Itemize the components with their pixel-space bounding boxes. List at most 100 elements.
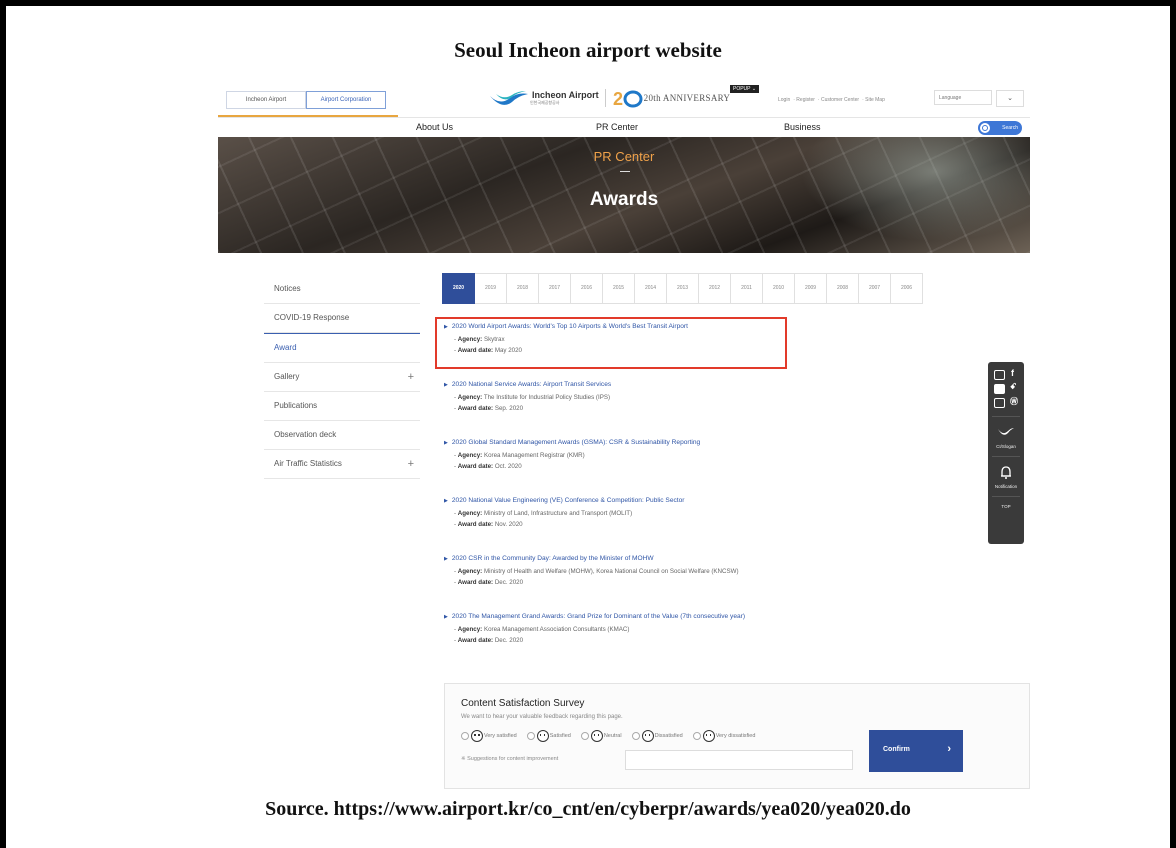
award-title[interactable]: ▶ 2020 CSR in the Community Day: Awarded … [444,555,864,562]
radio-button[interactable] [461,732,469,740]
radio-button[interactable] [631,732,640,740]
radio-button[interactable] [526,732,535,740]
plus-icon[interactable]: + [408,363,414,391]
sidebar-item[interactable]: Observation deck [264,421,420,450]
radio-button[interactable] [692,732,701,740]
popup-toggle[interactable]: POPUP ⌄ [730,85,760,93]
survey-option[interactable]: Satisfied [526,730,571,742]
top-button[interactable]: TOP [988,504,1024,509]
sidebar-item[interactable]: Award [264,333,420,363]
sidebar-item-label: Air Traffic Statistics [274,459,342,468]
agency-label: Agency: [457,336,483,343]
year-tab[interactable]: 2017 [539,273,571,304]
satisfaction-survey: Content Satisfaction Survey We want to h… [444,683,1030,789]
quick-divider [992,416,1020,417]
year-tab[interactable]: 2018 [507,273,539,304]
award-title[interactable]: ▶ 2020 The Management Grand Awards: Grand… [444,613,864,620]
sidebar-item[interactable]: Gallery + [264,363,420,392]
survey-description: We want to hear your valuable feedback r… [461,714,623,720]
award-title[interactable]: ▶ 2020 World Airport Awards: World's Top … [444,323,864,330]
award-title[interactable]: ▶ 2020 National Value Engineering (VE) Co… [444,497,864,504]
award-date: - Award date: Dec. 2020 [454,579,524,586]
confirm-button[interactable]: Confirm › [869,730,963,772]
suggestions-input[interactable] [625,750,853,770]
radio-button[interactable] [580,732,589,740]
year-tab[interactable]: 2013 [667,273,699,304]
survey-option-label: Very satisfied [484,733,517,739]
year-tab[interactable]: 2011 [731,273,763,304]
triangle-right-icon: ▶ [444,324,448,330]
year-tab[interactable]: 2016 [571,273,603,304]
agency-label: Agency: [457,626,483,633]
year-tab[interactable]: 2014 [635,273,667,304]
triangle-right-icon: ▶ [444,382,448,388]
survey-option[interactable]: Very satisfied [461,730,517,742]
triangle-right-icon: ▶ [444,556,448,562]
ci-slogan-label[interactable]: CI/Slogan [988,444,1024,449]
weibo-icon[interactable]: ꗃ [1010,382,1016,392]
nav-business[interactable]: Business [784,122,821,132]
sidebar-item[interactable]: Publications [264,392,420,421]
site-logo[interactable]: Incheon Airport 인천국제공항공사 2 20th ANNIVERS… [488,87,730,109]
survey-option[interactable]: Very dissatisfied [692,730,755,742]
sidebar-item-label: Publications [274,401,318,410]
triangle-right-icon: ▶ [444,498,448,504]
year-tab[interactable]: 2006 [891,273,923,304]
award-title-text[interactable]: 2020 World Airport Awards: World's Top 1… [452,323,688,330]
award-title-text[interactable]: 2020 Global Standard Management Awards (… [452,439,700,446]
year-tab[interactable]: 2009 [795,273,827,304]
year-tab[interactable]: 2010 [763,273,795,304]
award-title-text[interactable]: 2020 National Value Engineering (VE) Con… [452,497,685,504]
awards-list: ▶ 2020 World Airport Awards: World's Top … [444,323,864,671]
util-register[interactable]: Register [796,97,815,103]
bell-icon[interactable] [1000,466,1012,479]
sidebar-item[interactable]: COVID-19 Response [264,304,420,333]
page-title: Awards [589,189,659,210]
award-title-text[interactable]: 2020 National Service Awards: Airport Tr… [452,381,611,388]
utility-links: Login · Register · Customer Center · Site M… [778,97,885,103]
date-value: Oct. 2020 [494,463,522,470]
award-title[interactable]: ▶ 2020 Global Standard Management Awards … [444,439,864,446]
popup-label: POPUP [733,86,751,92]
year-tab[interactable]: 2012 [699,273,731,304]
plus-icon[interactable]: + [408,450,414,478]
tab-incheon-airport[interactable]: Incheon Airport [226,91,306,109]
ci-slogan-icon[interactable] [997,426,1015,436]
notification-label[interactable]: Notification [988,484,1024,489]
triangle-right-icon: ▶ [444,614,448,620]
youtube-icon[interactable] [994,384,1005,394]
util-login[interactable]: Login [778,97,790,103]
nav-pr-center[interactable]: PR Center [596,122,638,132]
date-value: Dec. 2020 [494,637,524,644]
award-date: - Award date: Dec. 2020 [454,637,524,644]
year-tab[interactable]: 2015 [603,273,635,304]
instagram-icon[interactable] [994,370,1005,380]
wordpress-icon[interactable]: Ⓦ [1010,396,1018,407]
year-tab[interactable]: 2007 [859,273,891,304]
survey-option-label: Satisfied [549,733,571,739]
year-tab[interactable]: 2019 [475,273,507,304]
date-label: Award date: [457,463,494,470]
search-button[interactable]: Search [978,121,1022,135]
year-tab[interactable]: 2008 [827,273,859,304]
survey-option[interactable]: Dissatisfied [631,730,683,742]
year-tab[interactable]: 2020 [442,273,475,304]
date-value: Dec. 2020 [494,579,524,586]
language-select[interactable]: Language [934,90,992,105]
award-title-text[interactable]: 2020 The Management Grand Awards: Grand … [452,613,745,620]
award-title[interactable]: ▶ 2020 National Service Awards: Airport T… [444,381,864,388]
chevron-down-icon[interactable]: ⌄ [996,90,1024,107]
quick-divider [992,496,1020,497]
tab-airport-corporation[interactable]: Airport Corporation [306,91,386,109]
util-customer-center[interactable]: Customer Center [821,97,859,103]
util-site-map[interactable]: Site Map [865,97,885,103]
nav-about-us[interactable]: About Us [416,122,453,132]
date-value: May 2020 [494,347,523,354]
sidebar-item[interactable]: Air Traffic Statistics + [264,450,420,479]
survey-option[interactable]: Neutral [580,730,622,742]
sidebar-item[interactable]: Notices [264,275,420,304]
award-title-text[interactable]: 2020 CSR in the Community Day: Awarded b… [452,555,654,562]
facebook-icon[interactable]: f [1011,368,1014,378]
blog-icon[interactable] [994,398,1005,408]
agency-value: Ministry of Land, Infrastructure and Tra… [483,510,633,517]
